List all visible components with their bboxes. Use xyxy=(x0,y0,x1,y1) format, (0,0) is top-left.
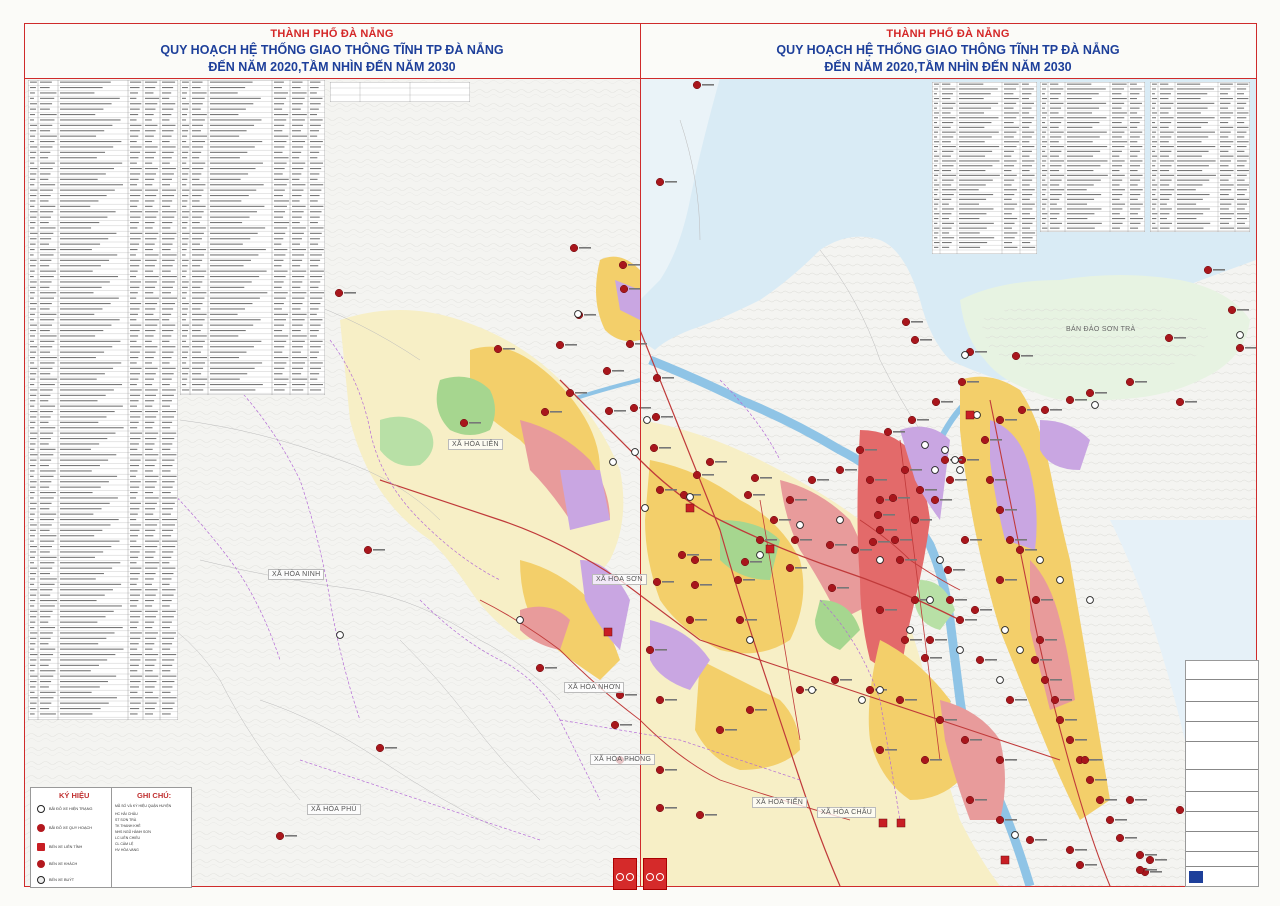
notes-item: NHS NGŨ HÀNH SƠN xyxy=(115,830,151,834)
notes-item: TK THANH KHÊ xyxy=(115,824,141,828)
left-title-block: THÀNH PHỐ ĐÀ NẴNG QUY HOẠCH HỆ THỐNG GIA… xyxy=(26,28,638,74)
parking-table-right-1 xyxy=(932,82,1037,254)
legend-title: KÝ HIỆU xyxy=(59,791,90,800)
coach-station-icon xyxy=(37,860,45,868)
seal-stamp-2 xyxy=(643,858,667,890)
parking-table-right-3 xyxy=(1150,82,1250,232)
notes-item: CL CẨM LỆ xyxy=(115,842,134,846)
legend-item-bus: BẾN XE BUÝT xyxy=(37,876,74,884)
label-hoa-phu: XÃ HÒA PHÚ xyxy=(307,804,361,815)
notes-title: GHI CHÚ: xyxy=(137,791,172,800)
left-city-name: THÀNH PHỐ ĐÀ NẴNG xyxy=(270,28,394,40)
notes-item: LC LIÊN CHIỂU xyxy=(115,836,141,840)
label-hoa-phong: XÃ HÒA PHONG xyxy=(590,754,656,765)
label-hoa-tien: XÃ HÒA TIẾN xyxy=(752,797,808,808)
legend-box: KÝ HIỆU BÃI ĐỖ XE HIỆN TRẠNG BÃI ĐỖ XE Q… xyxy=(30,787,192,888)
bus-station-icon xyxy=(37,876,45,884)
parking-table-left-2 xyxy=(180,80,325,395)
label-hoa-nhon: XÃ HÒA NHƠN xyxy=(564,682,625,693)
parking-table-left-3 xyxy=(330,82,470,102)
notes-item: ST SƠN TRÀ xyxy=(115,818,137,822)
intercity-bus-station-icon xyxy=(37,843,45,851)
title-separator xyxy=(24,78,1257,79)
institute-logo xyxy=(1189,871,1203,883)
legend-item-intercity: BẾN XE LIÊN TỈNH xyxy=(37,843,82,851)
left-sub-title: ĐẾN NĂM 2020,TẦM NHÌN ĐẾN NĂM 2030 xyxy=(208,60,456,74)
legend-item-planned: BÃI ĐỖ XE QUY HOẠCH xyxy=(37,824,92,832)
parking-planned-icon xyxy=(37,824,45,832)
right-city-name: THÀNH PHỐ ĐÀ NẴNG xyxy=(886,28,1010,40)
label-hoa-lien: XÃ HÒA LIÊN xyxy=(448,439,503,450)
label-hoa-son: XÃ HÒA SƠN xyxy=(592,574,647,585)
label-hoa-ninh: XÃ HÒA NINH xyxy=(268,569,325,580)
right-title-block: THÀNH PHỐ ĐÀ NẴNG QUY HOẠCH HỆ THỐNG GIA… xyxy=(642,28,1254,74)
left-main-title: QUY HOẠCH HỆ THỐNG GIAO THÔNG TĨNH TP ĐÀ… xyxy=(160,43,504,57)
notes-heading: MÃ SỐ VÀ KÝ HIỆU QUẬN HUYỆN xyxy=(115,804,172,808)
map-sheet: THÀNH PHỐ ĐÀ NẴNG QUY HOẠCH HỆ THỐNG GIA… xyxy=(0,0,1280,906)
legend-item-coach: BẾN XE KHÁCH xyxy=(37,860,77,868)
notes-item: HC HẢI CHÂU xyxy=(115,812,138,816)
label-hoa-chau: XÃ HÒA CHÂU xyxy=(817,807,877,818)
parking-table-left-1 xyxy=(28,80,178,720)
seal-stamp-1 xyxy=(613,858,637,890)
notes-item: HV HÒA VANG xyxy=(115,848,139,852)
label-son-tra: BÁN ĐẢO SƠN TRÀ xyxy=(1066,326,1136,333)
parking-existing-icon xyxy=(37,805,45,813)
legend-item-existing: BÃI ĐỖ XE HIỆN TRẠNG xyxy=(37,805,92,813)
right-sub-title: ĐẾN NĂM 2020,TẦM NHÌN ĐẾN NĂM 2030 xyxy=(824,60,1072,74)
title-info-box xyxy=(1185,660,1259,887)
right-main-title: QUY HOẠCH HỆ THỐNG GIAO THÔNG TĨNH TP ĐÀ… xyxy=(776,43,1120,57)
parking-table-right-2 xyxy=(1040,82,1145,232)
